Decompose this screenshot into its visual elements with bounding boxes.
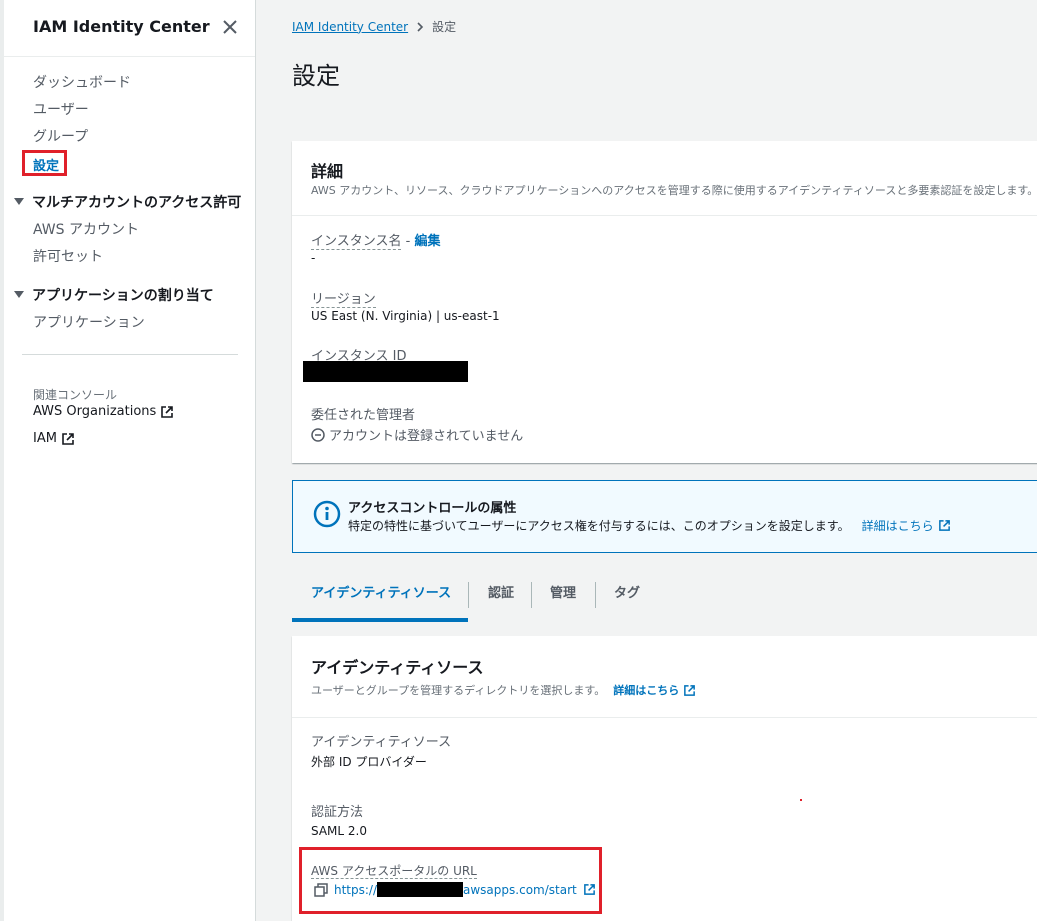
link-label: AWS Organizations	[33, 404, 157, 419]
external-link-icon	[161, 405, 174, 418]
sidebar-section-multi-account[interactable]: マルチアカウントのアクセス許可	[14, 192, 241, 212]
sidebar-section-label: マルチアカウントのアクセス許可	[32, 195, 242, 211]
link-label: IAM	[33, 431, 57, 446]
sidebar-item-permission-sets[interactable]: 許可セット	[33, 246, 103, 266]
sidebar-section-label: アプリケーションの割り当て	[32, 288, 214, 304]
sidebar-edge	[0, 0, 4, 921]
breadcrumb-current: 設定	[432, 20, 457, 34]
sidebar-item-dashboard[interactable]: ダッシュボード	[33, 72, 131, 92]
region-value: US East (N. Virginia) | us-east-1	[311, 309, 500, 323]
sidebar-item-applications[interactable]: アプリケーション	[33, 312, 145, 332]
tab-tags[interactable]: タグ	[614, 578, 640, 622]
minus-circle-icon	[311, 427, 325, 442]
instance-name-value: -	[311, 251, 316, 265]
related-consoles-label: 関連コンソール	[33, 388, 118, 402]
active-tab-indicator	[292, 618, 468, 622]
auth-method-label: 認証方法	[311, 805, 364, 820]
details-title: 詳細	[311, 162, 344, 181]
identity-source-card-header: アイデンティティソース ユーザーとグループを管理するディレクトリを選択します。 …	[292, 636, 1037, 718]
edit-instance-name-link[interactable]: 編集	[414, 234, 440, 249]
delegated-admin-value: アカウントは登録されていません	[329, 429, 524, 444]
red-annotation-dot	[800, 799, 802, 801]
info-title: アクセスコントロールの属性	[348, 501, 517, 516]
details-description: AWS アカウント、リソース、クラウドアプリケーションへのアクセスを管理する際に…	[311, 184, 1037, 197]
sidebar-link-iam[interactable]: IAM	[33, 431, 75, 446]
identity-learn-more-link[interactable]: 詳細はこちら	[613, 682, 679, 698]
instance-name-separator: -	[401, 234, 415, 249]
sidebar-item-settings[interactable]: 設定	[33, 155, 59, 174]
tab-identity-source[interactable]: アイデンティティソース	[311, 578, 451, 622]
info-body-text: 特定の特性に基づいてユーザーにアクセス権を付与するには、このオプションを設定しま…	[348, 519, 850, 533]
info-learn-more-link[interactable]: 詳細はこちら	[862, 517, 934, 534]
instance-id-redacted	[303, 361, 468, 382]
sidebar-item-groups[interactable]: グループ	[33, 126, 88, 146]
region-label-text: リージョン	[311, 292, 376, 308]
info-alert: アクセスコントロールの属性 特定の特性に基づいてユーザーにアクセス権を付与するに…	[292, 480, 1037, 553]
tab-separator	[468, 582, 469, 608]
tab-separator	[531, 582, 532, 608]
sidebar-link-organizations[interactable]: AWS Organizations	[33, 404, 174, 419]
delegated-admin-row: アカウントは登録されていません	[311, 425, 523, 444]
caret-down-icon	[14, 198, 24, 205]
sidebar-divider	[22, 354, 238, 355]
close-icon[interactable]	[221, 18, 239, 36]
breadcrumb-root-link[interactable]: IAM Identity Center	[292, 20, 408, 34]
details-card-header: 詳細 AWS アカウント、リソース、クラウドアプリケーションへのアクセスを管理す…	[292, 141, 1037, 216]
region-label: リージョン	[311, 288, 376, 308]
sidebar-item-aws-accounts[interactable]: AWS アカウント	[33, 219, 139, 239]
identity-source-description-row: ユーザーとグループを管理するディレクトリを選択します。 詳細はこちら	[311, 682, 696, 698]
portal-url-highlight	[299, 847, 602, 914]
info-icon	[313, 500, 341, 528]
sidebar-item-settings-highlight: 設定	[22, 150, 67, 176]
settings-tabs: アイデンティティソース 認証 管理 タグ	[292, 578, 1037, 622]
external-link-icon	[938, 520, 950, 531]
sidebar-header: IAM Identity Center	[0, 0, 255, 57]
details-card: 詳細 AWS アカウント、リソース、クラウドアプリケーションへのアクセスを管理す…	[292, 141, 1037, 463]
breadcrumb: IAM Identity Center 設定	[292, 18, 456, 35]
identity-source-label: アイデンティティソース	[311, 735, 452, 750]
external-link-icon	[62, 432, 74, 445]
delegated-admin-label: 委任された管理者	[311, 408, 416, 423]
sidebar-item-users[interactable]: ユーザー	[33, 99, 89, 119]
sidebar: IAM Identity Center ダッシュボード ユーザー グループ 設定…	[0, 0, 256, 921]
tab-management[interactable]: 管理	[550, 578, 576, 622]
auth-method-value: SAML 2.0	[311, 824, 367, 838]
tab-authentication[interactable]: 認証	[488, 578, 514, 622]
identity-source-title: アイデンティティソース	[311, 658, 484, 677]
page-title: 設定	[292, 62, 340, 90]
caret-down-icon	[14, 291, 24, 298]
info-body: 特定の特性に基づいてユーザーにアクセス権を付与するには、このオプションを設定しま…	[348, 517, 951, 534]
identity-source-value: 外部 ID プロバイダー	[311, 755, 427, 769]
instance-name-row: インスタンス名 - 編集	[311, 230, 440, 250]
sidebar-title: IAM Identity Center	[33, 17, 210, 36]
external-link-icon	[684, 684, 696, 696]
tab-separator	[595, 582, 596, 608]
instance-name-label: インスタンス名	[311, 234, 402, 250]
sidebar-section-applications[interactable]: アプリケーションの割り当て	[14, 285, 214, 305]
identity-source-description: ユーザーとグループを管理するディレクトリを選択します。	[311, 684, 606, 697]
chevron-right-icon	[417, 21, 424, 32]
